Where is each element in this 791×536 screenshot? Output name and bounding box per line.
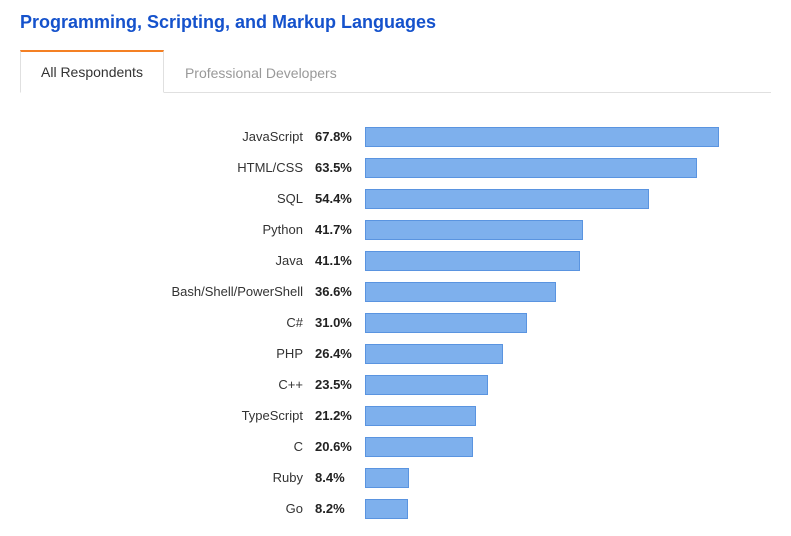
chart-bar-track xyxy=(365,282,731,302)
chart-row-value: 41.7% xyxy=(315,222,365,237)
chart-row-label: TypeScript xyxy=(40,408,315,423)
chart-row-value: 20.6% xyxy=(315,439,365,454)
chart-row: C20.6% xyxy=(40,431,731,462)
chart-bar-track xyxy=(365,313,731,333)
chart-bar-track xyxy=(365,220,731,240)
chart-bar-track xyxy=(365,251,731,271)
chart-bar xyxy=(365,189,649,209)
chart-bar-track xyxy=(365,499,731,519)
chart-row: Python41.7% xyxy=(40,214,731,245)
chart-row-label: HTML/CSS xyxy=(40,160,315,175)
chart-row: Java41.1% xyxy=(40,245,731,276)
chart-bar xyxy=(365,499,408,519)
chart-bar-track xyxy=(365,437,731,457)
chart-row-label: JavaScript xyxy=(40,129,315,144)
chart-row-label: Ruby xyxy=(40,470,315,485)
chart-row-value: 31.0% xyxy=(315,315,365,330)
chart-bar xyxy=(365,220,583,240)
chart-bar xyxy=(365,375,488,395)
chart-bar-track xyxy=(365,468,731,488)
chart-row: Ruby8.4% xyxy=(40,462,731,493)
chart-bar-track xyxy=(365,375,731,395)
chart-bar-track xyxy=(365,344,731,364)
chart-row-value: 26.4% xyxy=(315,346,365,361)
chart-row-label: C# xyxy=(40,315,315,330)
chart-bar xyxy=(365,282,556,302)
chart-bar-track xyxy=(365,406,731,426)
chart-row-value: 8.4% xyxy=(315,470,365,485)
chart-row: PHP26.4% xyxy=(40,338,731,369)
chart-row-label: Bash/Shell/PowerShell xyxy=(40,284,315,299)
chart-bar xyxy=(365,406,476,426)
chart-bar-track xyxy=(365,127,731,147)
chart-row-value: 8.2% xyxy=(315,501,365,516)
chart-row-label: Python xyxy=(40,222,315,237)
chart-bar xyxy=(365,158,697,178)
chart-row: SQL54.4% xyxy=(40,183,731,214)
chart-row-value: 63.5% xyxy=(315,160,365,175)
tabs-container: All Respondents Professional Developers xyxy=(20,49,771,93)
chart-row-label: Java xyxy=(40,253,315,268)
chart-row: TypeScript21.2% xyxy=(40,400,731,431)
page-title: Programming, Scripting, and Markup Langu… xyxy=(20,12,771,33)
chart-row-value: 54.4% xyxy=(315,191,365,206)
chart-row: Bash/Shell/PowerShell36.6% xyxy=(40,276,731,307)
chart-row-value: 23.5% xyxy=(315,377,365,392)
chart-bar xyxy=(365,468,409,488)
chart-row-label: C++ xyxy=(40,377,315,392)
chart-row-value: 67.8% xyxy=(315,129,365,144)
chart-bar xyxy=(365,313,527,333)
chart-row-label: Go xyxy=(40,501,315,516)
chart-bar xyxy=(365,127,719,147)
chart-row-label: PHP xyxy=(40,346,315,361)
chart-row-value: 21.2% xyxy=(315,408,365,423)
chart-row: HTML/CSS63.5% xyxy=(40,152,731,183)
chart-bar xyxy=(365,437,473,457)
chart-bar xyxy=(365,344,503,364)
chart-row-value: 41.1% xyxy=(315,253,365,268)
chart-row: C++23.5% xyxy=(40,369,731,400)
chart-row: JavaScript67.8% xyxy=(40,121,731,152)
chart-row: C#31.0% xyxy=(40,307,731,338)
chart-bar-track xyxy=(365,158,731,178)
chart-row: Go8.2% xyxy=(40,493,731,524)
chart-bar xyxy=(365,251,580,271)
chart-bar-track xyxy=(365,189,731,209)
bar-chart: JavaScript67.8%HTML/CSS63.5%SQL54.4%Pyth… xyxy=(20,121,771,524)
tab-professional-developers[interactable]: Professional Developers xyxy=(164,52,358,93)
chart-row-label: C xyxy=(40,439,315,454)
chart-row-value: 36.6% xyxy=(315,284,365,299)
chart-row-label: SQL xyxy=(40,191,315,206)
tab-all-respondents[interactable]: All Respondents xyxy=(20,50,164,93)
